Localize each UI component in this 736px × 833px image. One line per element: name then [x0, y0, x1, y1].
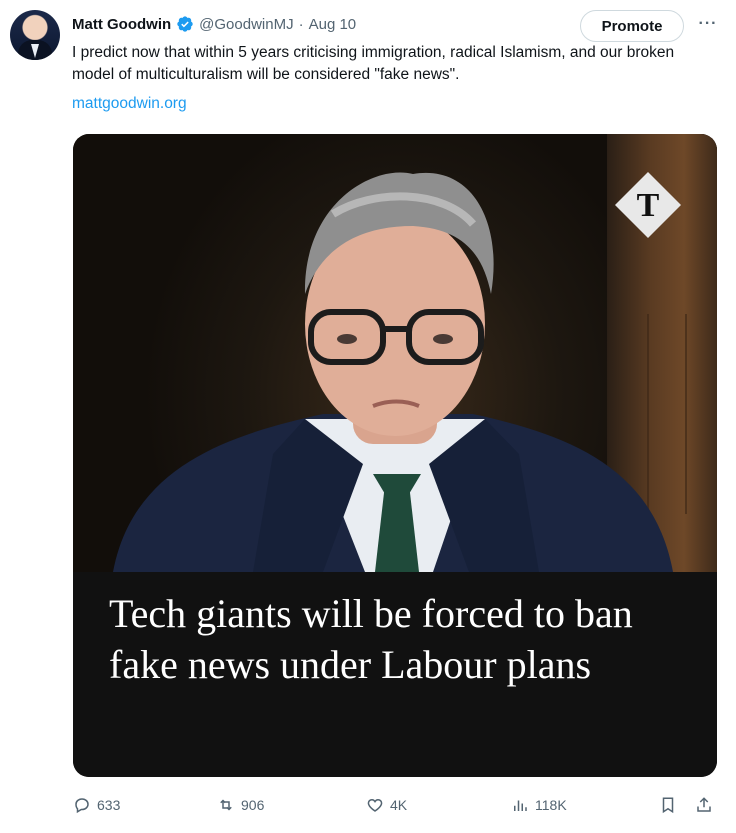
svg-text:T: T	[637, 187, 660, 224]
retweet-button[interactable]: 906	[217, 794, 264, 816]
like-count: 4K	[390, 797, 408, 813]
views-count: 118K	[535, 797, 567, 813]
tweet-date[interactable]: Aug 10	[309, 16, 357, 33]
card-headline: Tech giants will be forced to ban fake n…	[109, 591, 633, 687]
card-headline-box: Tech giants will be forced to ban fake n…	[73, 572, 717, 777]
retweet-icon	[220, 799, 232, 811]
avatar[interactable]	[10, 10, 60, 60]
action-bar: 633 906 4K 118K	[0, 790, 736, 820]
author-handle[interactable]: @GoodwinMJ	[199, 16, 293, 33]
tweet-text: I predict now that within 5 years critic…	[72, 44, 675, 83]
separator-dot: ·	[298, 15, 304, 33]
retweet-count: 906	[241, 797, 265, 813]
views-chart-icon	[514, 800, 527, 811]
bookmark-button[interactable]	[659, 794, 677, 816]
reply-icon	[75, 798, 89, 814]
bookmark-icon	[662, 797, 674, 814]
promote-button[interactable]: Promote	[580, 10, 684, 42]
share-button[interactable]	[695, 794, 713, 816]
like-button[interactable]: 4K	[366, 794, 407, 816]
reply-button[interactable]: 633	[73, 794, 120, 816]
verified-badge-icon	[176, 15, 194, 33]
card-photo: T	[73, 134, 717, 572]
tweet: Matt Goodwin @GoodwinMJ · Aug 10 Promote…	[0, 0, 736, 833]
telegraph-t-logo-icon: T	[615, 172, 681, 238]
reply-count: 633	[97, 797, 121, 813]
share-icon	[697, 797, 711, 812]
tweet-header: Matt Goodwin @GoodwinMJ · Aug 10	[72, 12, 356, 36]
link-card[interactable]: T Tech giants will be forced to ban fake…	[73, 134, 717, 777]
tweet-link[interactable]: mattgoodwin.org	[72, 95, 187, 113]
heart-icon	[367, 798, 383, 812]
more-options-icon[interactable]: ···	[697, 12, 719, 36]
views-button[interactable]: 118K	[511, 794, 567, 816]
author-name[interactable]: Matt Goodwin	[72, 16, 171, 33]
